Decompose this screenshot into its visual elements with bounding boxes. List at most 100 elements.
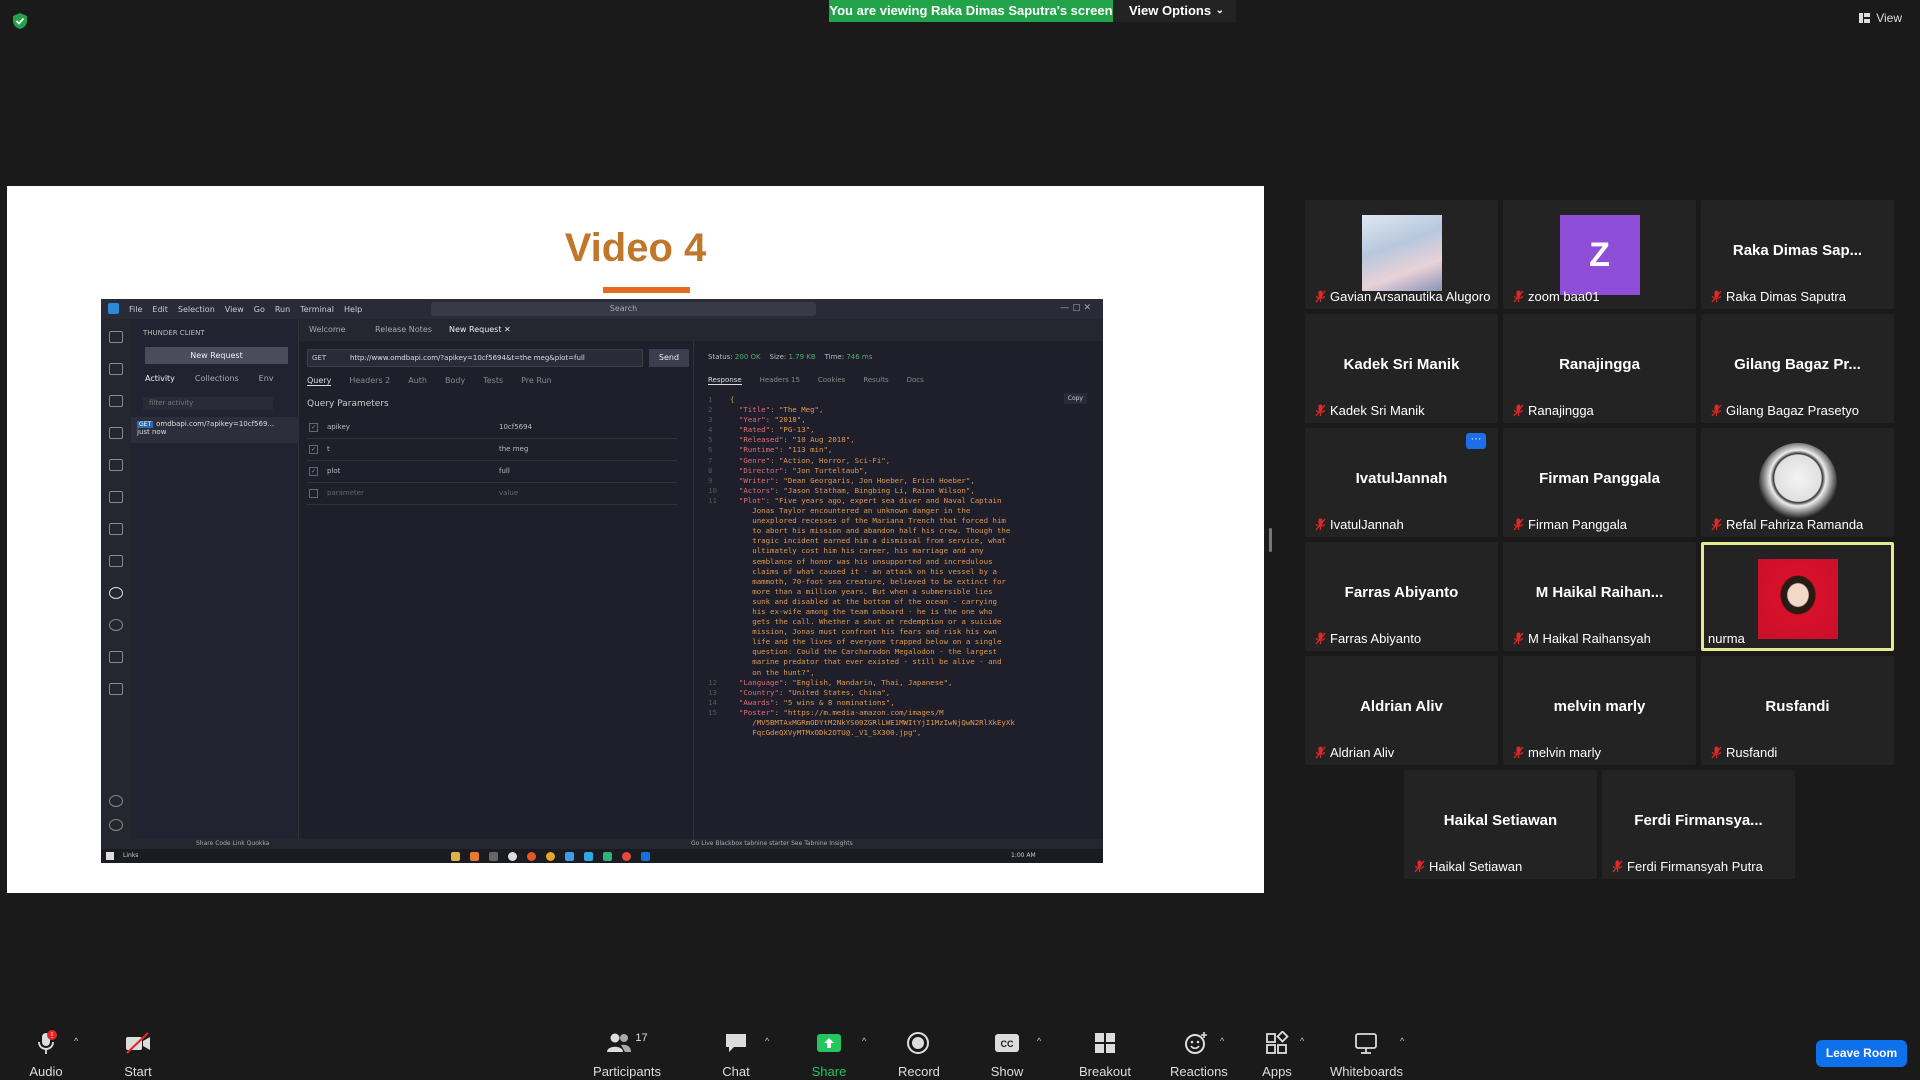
- whiteboards-options-caret-icon[interactable]: ^: [1400, 1036, 1404, 1046]
- participants-button[interactable]: 17 Participants: [592, 1030, 662, 1079]
- apps-options-caret-icon[interactable]: ^: [1300, 1036, 1304, 1046]
- start-video-button[interactable]: Start Video: [106, 1030, 170, 1080]
- param-key: apikey: [327, 423, 350, 431]
- participant-tile[interactable]: IvatulJannah ··· IvatulJannah: [1305, 428, 1498, 537]
- statusbar-right: Go Live Blackbox tabnine starter See Tab…: [691, 840, 853, 847]
- participant-display-name: Haikal Setiawan: [1443, 812, 1558, 829]
- query-param-row: parameter value: [307, 485, 677, 505]
- vscode-menu: File Edit Selection View Go Run Terminal Help: [129, 305, 362, 314]
- participant-tile[interactable]: Gavian Arsanautika Alugoro: [1305, 200, 1498, 309]
- share-screen-button[interactable]: Share Screen: [794, 1030, 864, 1080]
- participant-name: Aldrian Aliv: [1330, 745, 1395, 760]
- more-options-button[interactable]: ···: [1466, 433, 1486, 449]
- participant-display-name: Raka Dimas Sap...: [1732, 242, 1863, 259]
- muted-mic-icon: [1315, 290, 1326, 303]
- history-url: omdbapi.com/?apikey=10cf569...: [156, 420, 275, 428]
- param-checkbox: ✓: [309, 445, 318, 454]
- participant-tile[interactable]: Kadek Sri Manik Kadek Sri Manik: [1305, 314, 1498, 423]
- muted-mic-icon: [1315, 518, 1326, 531]
- whiteboards-button[interactable]: Whiteboards: [1330, 1030, 1403, 1079]
- json-line: 8 "Director": "Jon Turteltaub",: [708, 465, 868, 475]
- participant-tile[interactable]: Refal Fahriza Ramanda: [1701, 428, 1894, 537]
- json-line: sunk and disabled at the bottom of the o…: [730, 596, 997, 606]
- participant-name: M Haikal Raihansyah: [1528, 631, 1651, 646]
- editor-tab: Release Notes: [375, 325, 432, 334]
- participant-name-row: Rusfandi: [1711, 745, 1777, 760]
- muted-mic-icon: [1513, 632, 1524, 645]
- participant-tile[interactable]: Firman Panggala Firman Panggala: [1503, 428, 1696, 537]
- participant-tile[interactable]: Ferdi Firmansya... Ferdi Firmansyah Putra: [1602, 770, 1795, 879]
- json-key: "Rated": [738, 425, 771, 435]
- time-label: Time:: [824, 353, 845, 361]
- muted-mic-icon: [1414, 860, 1425, 873]
- chat-options-caret-icon[interactable]: ^: [765, 1036, 769, 1046]
- participants-label: Participants: [593, 1064, 661, 1079]
- size-label: Size:: [769, 353, 787, 361]
- json-line: on the hunt?",: [730, 667, 815, 677]
- participant-tile[interactable]: M Haikal Raihan... M Haikal Raihansyah: [1503, 542, 1696, 651]
- participants-count: 17: [635, 1032, 648, 1044]
- panel-splitter-handle[interactable]: [1269, 528, 1272, 552]
- vscode-menu-item: Edit: [152, 305, 168, 314]
- record-button[interactable]: Record: [898, 1030, 940, 1079]
- thunder-client-sidebar: THUNDER CLIENT New Request Activity Colle…: [131, 319, 299, 839]
- captions-cc-icon: CC: [995, 1034, 1019, 1052]
- json-line: more than a million years. But when a su…: [730, 586, 993, 596]
- participant-tile[interactable]: Haikal Setiawan Haikal Setiawan: [1404, 770, 1597, 879]
- apps-icon: [1266, 1031, 1289, 1054]
- url-value: http://www.omdbapi.com/?apikey=10cf5694&…: [350, 354, 585, 362]
- reactions-options-caret-icon[interactable]: ^: [1220, 1036, 1224, 1046]
- query-param-row: ✓ apikey 10cf5694: [307, 419, 677, 439]
- participant-tile[interactable]: Farras Abiyanto Farras Abiyanto: [1305, 542, 1498, 651]
- size-value: 1.79 KB: [788, 353, 816, 361]
- security-shield-icon[interactable]: [12, 12, 28, 30]
- reactions-button[interactable]: Reactions: [1170, 1030, 1228, 1079]
- app-icon-5: [546, 852, 555, 861]
- participant-tile[interactable]: melvin marly melvin marly: [1503, 656, 1696, 765]
- chat-button[interactable]: Chat: [722, 1030, 750, 1079]
- audio-options-caret-icon[interactable]: ^: [74, 1036, 78, 1046]
- json-key: "Country": [738, 687, 779, 697]
- editor-tabs: Welcome Release Notes New Request ✕: [299, 319, 1103, 341]
- query-tab: Tests: [483, 376, 504, 385]
- participant-tile[interactable]: Aldrian Aliv Aldrian Aliv: [1305, 656, 1498, 765]
- json-line: 15 "Poster": "https://m.media-amazon.com…: [708, 707, 944, 717]
- breakout-rooms-button[interactable]: Breakout Rooms: [1061, 1030, 1149, 1080]
- participant-tile[interactable]: Zzoom baa01: [1503, 200, 1696, 309]
- captions-options-caret-icon[interactable]: ^: [1037, 1036, 1041, 1046]
- participant-name: Farras Abiyanto: [1330, 631, 1422, 646]
- participant-display-name: IvatulJannah: [1355, 470, 1448, 487]
- participant-name-row: M Haikal Raihansyah: [1513, 631, 1651, 646]
- sidebar-tab: Env: [258, 374, 274, 383]
- muted-mic-icon: [1513, 518, 1524, 531]
- participant-tile[interactable]: Ranajingga Ranajingga: [1503, 314, 1696, 423]
- history-item: GET omdbapi.com/?apikey=10cf569... just n…: [131, 417, 299, 443]
- view-button[interactable]: View: [1859, 11, 1902, 25]
- participant-tile[interactable]: Raka Dimas Sap... Raka Dimas Saputra: [1701, 200, 1894, 309]
- vscode-menu-item: Go: [253, 305, 265, 314]
- json-key: "Director": [738, 465, 784, 475]
- muted-mic-icon: [1513, 290, 1524, 303]
- leave-room-button[interactable]: Leave Room: [1816, 1040, 1907, 1067]
- show-captions-button[interactable]: CC Show Captions: [966, 1030, 1048, 1080]
- chrome-icon: [622, 852, 631, 861]
- line-number: 12: [708, 677, 717, 687]
- json-line: Jonas Taylor encountered an unknown dang…: [730, 506, 971, 516]
- query-tab: Body: [445, 376, 466, 385]
- participant-tile[interactable]: Rusfandi Rusfandi: [1701, 656, 1894, 765]
- participant-tile[interactable]: Gilang Bagaz Pr... Gilang Bagaz Prasetyo: [1701, 314, 1894, 423]
- json-line: unexplored recesses of the Mariana Trenc…: [730, 516, 1006, 526]
- share-options-caret-icon[interactable]: ^: [862, 1036, 866, 1046]
- time-value: 746 ms: [846, 353, 873, 361]
- chat-label: Chat: [722, 1064, 750, 1079]
- line-number: 2: [708, 405, 713, 415]
- audio-button[interactable]: ! Audio: [26, 1030, 66, 1079]
- view-options-button[interactable]: View Options ⌄: [1113, 0, 1236, 22]
- vscode-statusbar: Share Code Link Quokka Go Live Blackbox …: [101, 839, 1103, 849]
- response-tab: Cookies: [817, 376, 846, 384]
- json-line: ultimately cost him his career, his marr…: [730, 546, 984, 556]
- app-icon-1: [470, 852, 479, 861]
- participant-tile[interactable]: nurma: [1701, 542, 1894, 651]
- microphone-icon: !: [38, 1030, 57, 1054]
- apps-button[interactable]: Apps: [1259, 1030, 1295, 1079]
